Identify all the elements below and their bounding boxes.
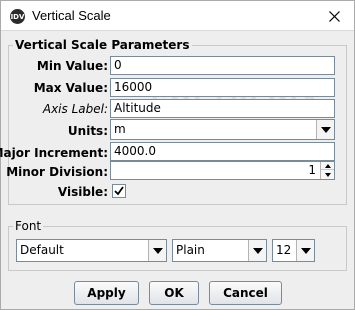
apply-button[interactable]: Apply [74,281,139,305]
units-label: Units: [67,124,108,138]
font-family-combo[interactable]: Default [16,239,167,262]
min-value-input[interactable]: 0 [110,56,335,75]
chevron-down-icon [252,247,263,254]
chevron-down-icon [152,247,163,254]
window-title: Vertical Scale [32,8,111,23]
min-value-label: Min Value: [36,59,108,73]
spinner-up-button[interactable] [321,162,334,170]
ok-button[interactable]: OK [149,281,199,305]
font-style-combo[interactable]: Plain [172,239,267,262]
spinner-down-button[interactable] [321,171,334,179]
axis-label-label: Axis Label: [42,102,108,116]
chevron-down-icon [300,247,311,254]
app-logo-icon: IDV [10,9,25,24]
cancel-button[interactable]: Cancel [209,281,282,305]
minor-division-spinner[interactable]: 1 [110,161,335,180]
minor-division-label: Minor Division: [6,165,108,179]
title-bar[interactable]: IDV Vertical Scale [1,1,354,31]
font-size-value: 12 [276,243,292,257]
font-legend: Font [13,219,44,233]
parameters-legend: Vertical Scale Parameters [13,38,192,52]
font-style-dropdown-button[interactable] [248,240,266,261]
font-family-dropdown-button[interactable] [148,240,166,261]
units-dropdown-button[interactable] [316,120,334,139]
minor-division-value: 1 [308,163,316,177]
visible-checkbox[interactable] [112,184,126,198]
chevron-down-icon [320,126,331,133]
units-combo[interactable]: m [110,119,335,140]
font-style-value: Plain [176,243,205,257]
checkmark-icon [114,186,124,196]
major-increment-label: Major Increment: [0,146,108,160]
font-size-dropdown-button[interactable] [296,240,314,261]
axis-label-input[interactable]: Altitude [110,99,335,118]
major-increment-input[interactable]: 4000.0 [110,142,335,161]
font-size-combo[interactable]: 12 [272,239,315,262]
arrow-down-icon [324,173,331,177]
dialog-window: IDV Vertical Scale SOFTPEDIA Vertical Sc… [0,0,355,310]
visible-label: Visible: [57,185,108,199]
max-value-label: Max Value: [33,81,108,95]
max-value-input[interactable]: 16000 [110,78,335,97]
close-button[interactable] [320,2,348,30]
spinner-buttons [320,162,334,179]
arrow-up-icon [324,163,331,168]
close-icon [328,10,340,22]
units-value: m [114,122,126,136]
font-family-value: Default [20,243,64,257]
